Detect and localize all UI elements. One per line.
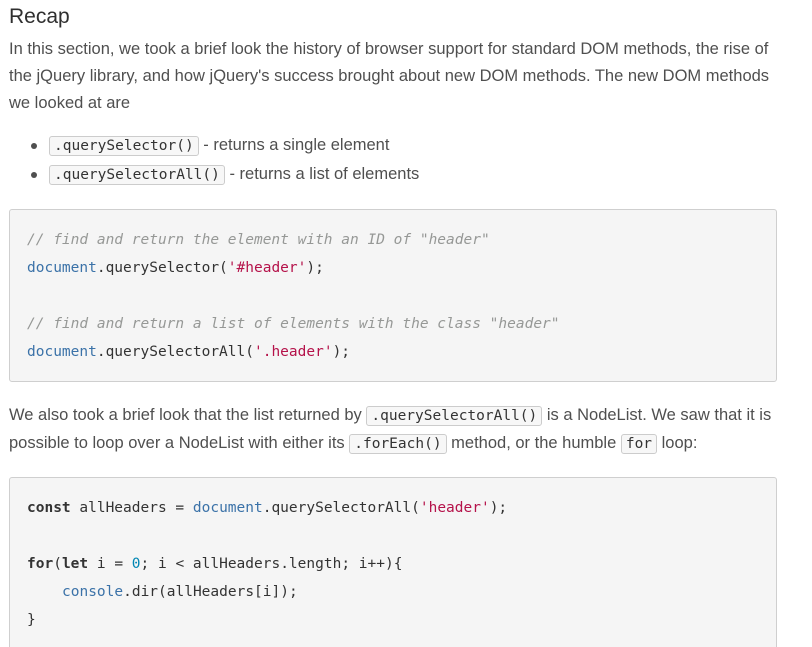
code-text: allHeaders = [70, 500, 193, 516]
list-item: .querySelector() - returns a single elem… [9, 131, 419, 160]
code-comment: // find and return the element with an I… [27, 232, 490, 248]
code-punct: ); [332, 344, 351, 360]
code-method: .querySelectorAll( [262, 500, 420, 516]
code-method: .querySelector( [96, 260, 228, 276]
paragraph-text: loop: [657, 434, 698, 452]
code-string: '.header' [253, 344, 333, 360]
nodelist-paragraph: We also took a brief look that the list … [9, 402, 799, 458]
code-string: '#header' [227, 260, 307, 276]
methods-list: .querySelector() - returns a single elem… [9, 131, 419, 189]
code-text: ; i < allHeaders.length; i++){ [140, 556, 403, 572]
list-item: .querySelectorAll() - returns a list of … [9, 160, 419, 189]
code-line: for(let i = 0; i < allHeaders.length; i+… [27, 554, 402, 574]
code-comment-line: // find and return the element with an I… [27, 230, 490, 250]
code-comment: // find and return a list of elements wi… [27, 316, 560, 332]
code-line: const allHeaders = document.querySelecto… [27, 498, 507, 518]
code-line: document.querySelectorAll('.header'); [27, 342, 350, 362]
code-block-loop-example: const allHeaders = document.querySelecto… [9, 477, 777, 647]
inline-code: .forEach() [349, 434, 447, 454]
code-block-query-examples: // find and return the element with an I… [9, 209, 777, 382]
inline-code: .querySelectorAll() [49, 165, 225, 185]
bullet-icon [31, 172, 37, 178]
code-line: } [27, 610, 36, 630]
list-item-text: - returns a list of elements [224, 165, 420, 183]
code-keyword: for [27, 556, 54, 572]
intro-paragraph: In this section, we took a brief look th… [9, 40, 770, 112]
list-item-text: - returns a single element [198, 136, 390, 154]
code-object: document [27, 344, 97, 360]
code-punct: ( [53, 556, 62, 572]
code-object: document [192, 500, 263, 516]
code-comment-line: // find and return a list of elements wi… [27, 314, 560, 334]
paragraph-text: We also took a brief look that the list … [9, 406, 367, 424]
code-text: i = [88, 556, 132, 572]
section-heading: Recap [9, 5, 70, 28]
page: Recap In this section, we took a brief l… [0, 0, 812, 647]
code-object: document [27, 260, 97, 276]
bullet-icon [31, 143, 37, 149]
code-line: console.dir(allHeaders[i]); [62, 582, 298, 602]
code-line: document.querySelector('#header'); [27, 258, 324, 278]
code-punct: ); [306, 260, 324, 276]
code-brace: } [27, 612, 36, 628]
code-number: 0 [131, 556, 141, 572]
code-method: .querySelectorAll( [96, 344, 254, 360]
code-object: console [62, 584, 124, 600]
code-keyword: let [61, 556, 89, 572]
code-keyword: const [27, 500, 71, 516]
code-punct: ); [489, 500, 508, 516]
code-string: 'header' [419, 500, 490, 516]
inline-code: .querySelectorAll() [366, 406, 543, 426]
paragraph-text: method, or the humble [446, 434, 621, 452]
inline-code: .querySelector() [49, 136, 199, 156]
inline-code: for [620, 434, 658, 454]
code-method: .dir(allHeaders[i]); [123, 584, 298, 600]
